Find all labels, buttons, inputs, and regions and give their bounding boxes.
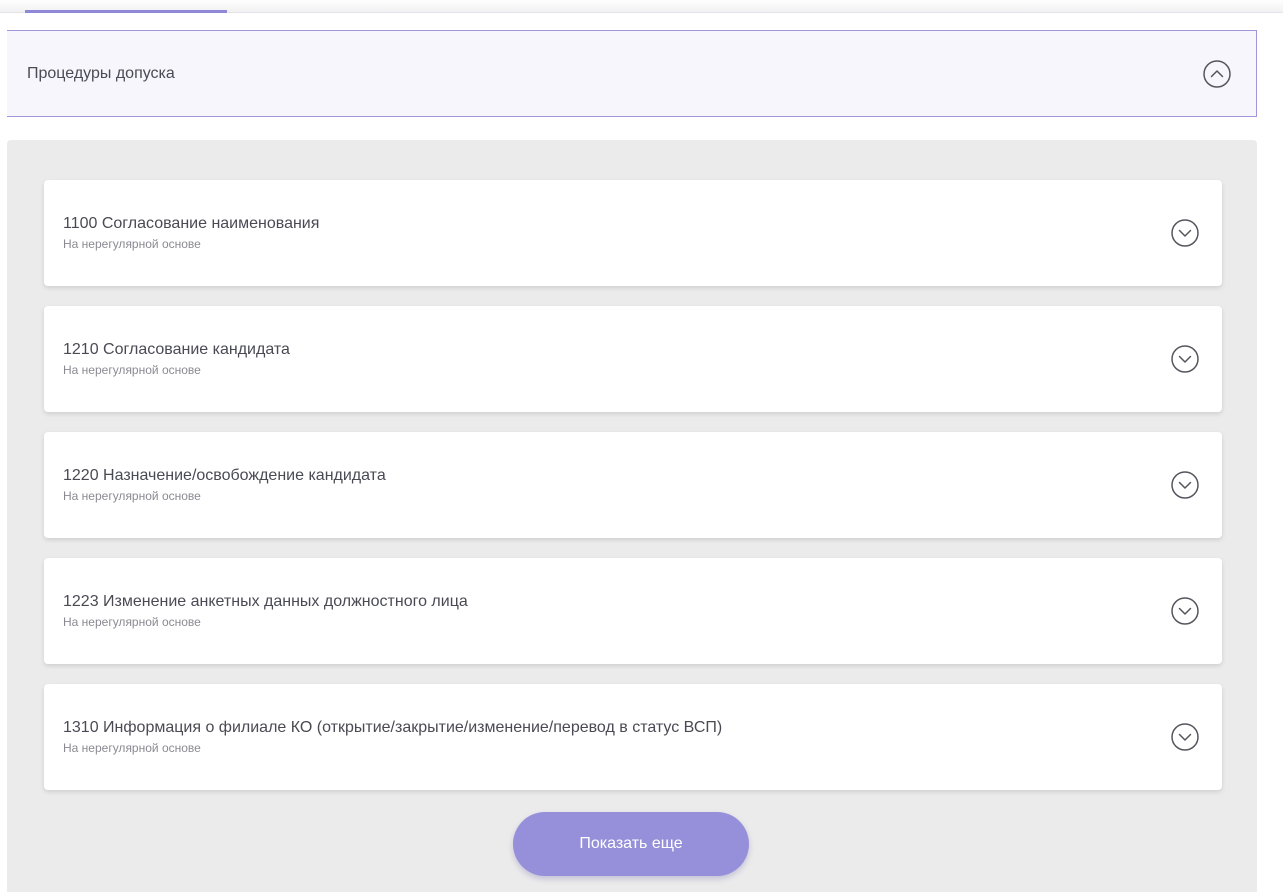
list-item-title: 1310 Информация о филиале КО (открытие/з…	[63, 719, 723, 736]
list-item[interactable]: 1100 Согласование наименования На нерегу…	[44, 180, 1222, 286]
chevron-up-circle-icon[interactable]	[1202, 59, 1232, 89]
list-item-subtitle: На нерегулярной основе	[63, 363, 201, 377]
list-item-title: 1220 Назначение/освобождение кандидата	[63, 467, 386, 484]
procedure-list: 1100 Согласование наименования На нерегу…	[44, 180, 1222, 810]
list-item-text: 1210 Согласование кандидата На нерегуляр…	[63, 340, 290, 378]
list-item-text: 1100 Согласование наименования На нерегу…	[63, 214, 319, 252]
list-item[interactable]: 1310 Информация о филиале КО (открытие/з…	[44, 684, 1222, 790]
section-title: Процедуры допуска	[27, 64, 175, 82]
section-body: 1100 Согласование наименования На нерегу…	[7, 140, 1257, 892]
list-item-subtitle: На нерегулярной основе	[63, 741, 201, 755]
chevron-down-circle-icon[interactable]	[1170, 218, 1200, 248]
list-item-text: 1223 Изменение анкетных данных должностн…	[63, 592, 468, 630]
list-item[interactable]: 1223 Изменение анкетных данных должностн…	[44, 558, 1222, 664]
chevron-down-circle-icon[interactable]	[1170, 470, 1200, 500]
list-item-title: 1210 Согласование кандидата	[63, 341, 290, 358]
top-tab-bar	[0, 0, 1283, 13]
list-item[interactable]: 1220 Назначение/освобождение кандидата Н…	[44, 432, 1222, 538]
section-header[interactable]: Процедуры допуска	[7, 30, 1257, 117]
list-item-subtitle: На нерегулярной основе	[63, 237, 201, 251]
active-tab-indicator	[25, 10, 227, 13]
list-item-title: 1100 Согласование наименования	[63, 215, 320, 232]
chevron-down-circle-icon[interactable]	[1170, 596, 1200, 626]
chevron-down-circle-icon[interactable]	[1170, 344, 1200, 374]
list-item-text: 1220 Назначение/освобождение кандидата Н…	[63, 466, 386, 504]
list-item-subtitle: На нерегулярной основе	[63, 489, 201, 503]
list-item-text: 1310 Информация о филиале КО (открытие/з…	[63, 718, 722, 756]
show-more-button[interactable]: Показать еще	[513, 812, 749, 876]
list-item[interactable]: 1210 Согласование кандидата На нерегуляр…	[44, 306, 1222, 412]
list-item-subtitle: На нерегулярной основе	[63, 615, 201, 629]
list-item-title: 1223 Изменение анкетных данных должностн…	[63, 593, 468, 610]
chevron-down-circle-icon[interactable]	[1170, 722, 1200, 752]
